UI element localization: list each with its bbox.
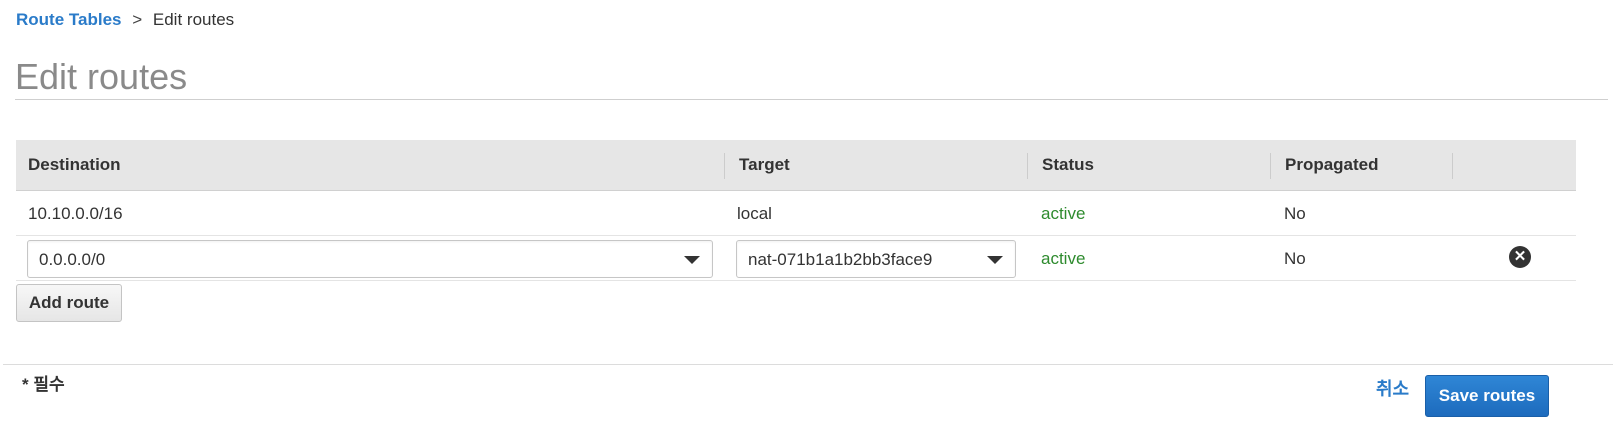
breadcrumb-current: Edit routes [152, 10, 235, 29]
destination-select[interactable]: 0.0.0.0/0 [27, 240, 713, 278]
destination-value: 0.0.0.0/0 [39, 250, 106, 269]
remove-circle-icon[interactable]: ✕ [1509, 246, 1531, 268]
footer-divider [3, 364, 1613, 365]
column-divider [1027, 153, 1028, 179]
column-divider [1270, 153, 1271, 179]
propagated-cell: No [1284, 204, 1306, 223]
target-select[interactable]: nat-071b1a1b2bb3face9 [736, 240, 1016, 278]
destination-cell: 10.10.0.0/16 [28, 204, 123, 223]
routes-table: Destination Target Status Propagated 10.… [16, 140, 1576, 281]
save-routes-button[interactable]: Save routes [1425, 375, 1549, 417]
page-title: Edit routes [15, 56, 188, 97]
column-divider [724, 153, 725, 179]
breadcrumb: Route Tables > Edit routes [16, 10, 234, 30]
cancel-button[interactable]: 취소 [1376, 375, 1409, 401]
required-note: * 필수 [22, 375, 65, 394]
breadcrumb-route-tables-link[interactable]: Route Tables [16, 10, 121, 29]
table-row: 0.0.0.0/0 nat-071b1a1b2bb3face9 active N… [16, 236, 1576, 281]
chevron-down-icon [987, 256, 1003, 264]
target-cell: local [737, 204, 772, 223]
table-row: 10.10.0.0/16 local active No [16, 191, 1576, 236]
status-cell: active [1041, 204, 1086, 223]
table-header: Destination Target Status Propagated [16, 140, 1576, 191]
header-propagated: Propagated [1285, 155, 1379, 174]
propagated-cell: No [1284, 249, 1306, 268]
title-divider [15, 99, 1608, 100]
column-divider [1452, 153, 1453, 179]
header-target: Target [739, 155, 790, 174]
header-destination: Destination [28, 155, 121, 174]
breadcrumb-separator: > [132, 10, 143, 29]
add-route-button[interactable]: Add route [16, 284, 122, 322]
chevron-down-icon [684, 256, 700, 264]
header-status: Status [1042, 155, 1094, 174]
status-cell: active [1041, 249, 1086, 268]
target-value: nat-071b1a1b2bb3face9 [748, 250, 933, 269]
